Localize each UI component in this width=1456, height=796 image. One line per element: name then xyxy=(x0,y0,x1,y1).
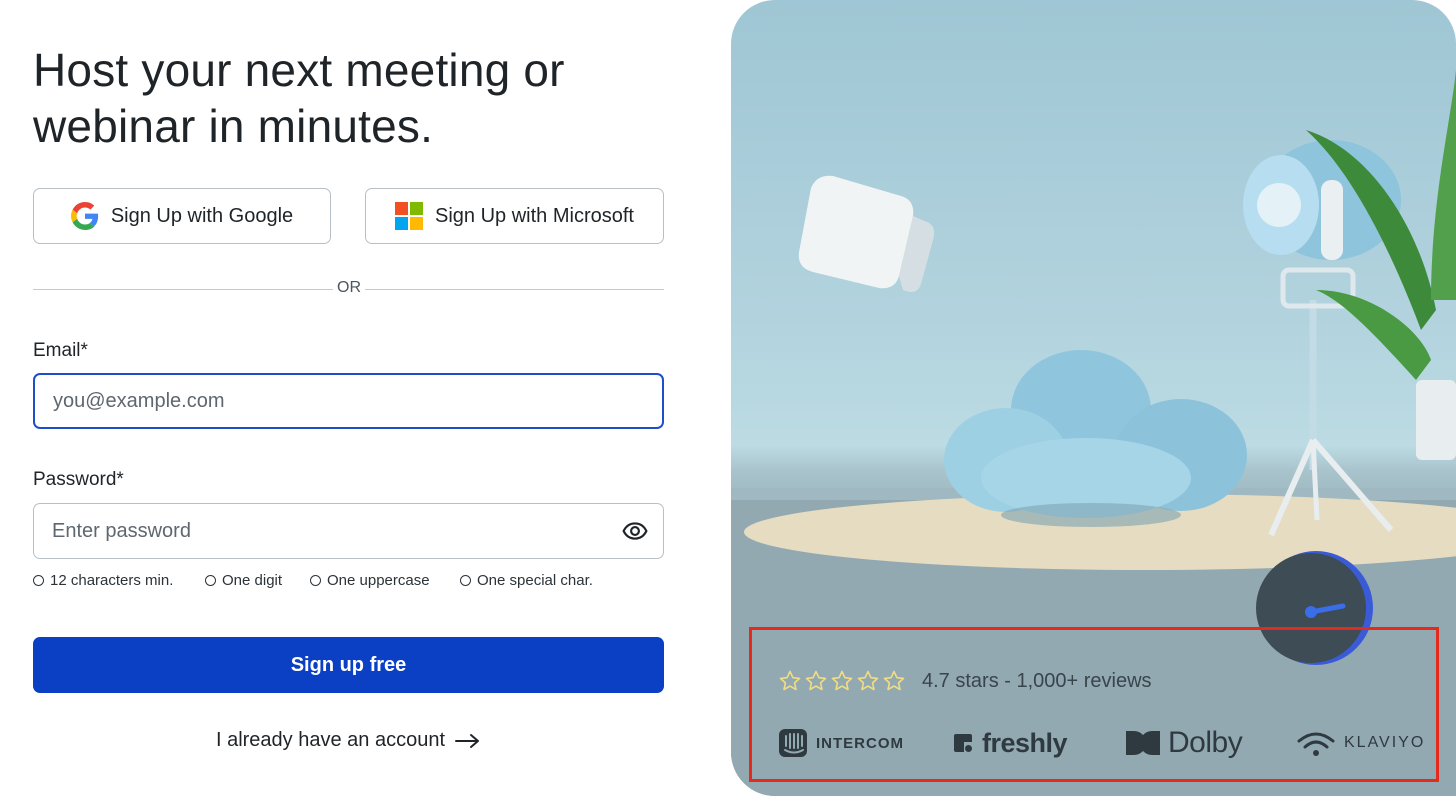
freshly-icon xyxy=(954,734,972,752)
login-link-label: I already have an account xyxy=(215,729,446,751)
requirement-special: One special char. xyxy=(460,572,593,589)
requirement-text: 12 characters min. xyxy=(50,572,174,589)
divider-line-right xyxy=(365,289,664,290)
dolby-logo: Dolby xyxy=(1126,726,1243,760)
freshly-logo: freshly xyxy=(952,726,1068,760)
signup-submit-button[interactable]: Sign up free xyxy=(33,637,664,693)
star-outline-icon xyxy=(883,670,905,691)
requirement-length: 12 characters min. xyxy=(33,572,173,589)
login-link[interactable]: I already have an account xyxy=(33,729,664,752)
social-proof-box: 4.7 stars - 1,000+ reviews INTERCOM fres… xyxy=(749,627,1439,782)
google-icon xyxy=(70,202,98,230)
divider-label: OR xyxy=(337,279,361,296)
google-signup-button[interactable]: Sign Up with Google xyxy=(33,188,331,244)
requirement-text: One uppercase xyxy=(327,572,430,589)
title-line-2: webinar in minutes. xyxy=(33,100,434,152)
requirement-circle-icon xyxy=(310,575,321,586)
intercom-wordmark: INTERCOM xyxy=(816,734,904,752)
title-line-1: Host your next meeting or xyxy=(33,44,565,96)
divider-line-left xyxy=(33,289,333,290)
intercom-logo: INTERCOM xyxy=(778,726,904,760)
armchair xyxy=(944,350,1247,527)
requirement-uppercase: One uppercase xyxy=(310,572,430,589)
email-label: Email* xyxy=(33,340,88,361)
or-divider: OR xyxy=(33,278,664,300)
requirement-digit: One digit xyxy=(205,572,282,589)
microsoft-signup-button[interactable]: Sign Up with Microsoft xyxy=(365,188,664,244)
rating-text: 4.7 stars - 1,000+ reviews xyxy=(922,669,1152,692)
star-outline-icon xyxy=(805,670,827,691)
dolby-icon xyxy=(1126,731,1160,755)
star-rating xyxy=(778,669,906,693)
klaviyo-wordmark: KLAVIYO xyxy=(1344,734,1426,751)
requirement-circle-icon xyxy=(460,575,471,586)
show-password-eye-icon[interactable] xyxy=(622,518,648,544)
requirement-circle-icon xyxy=(205,575,216,586)
requirement-circle-icon xyxy=(33,575,44,586)
password-field[interactable] xyxy=(33,503,664,559)
arrow-right-icon xyxy=(455,733,480,748)
microsoft-icon xyxy=(395,202,424,230)
email-field[interactable] xyxy=(33,373,664,429)
page-title: Host your next meeting or webinar in min… xyxy=(33,42,673,154)
freshly-wordmark: freshly xyxy=(982,727,1068,758)
customer-logos: INTERCOM freshly Dolby KLAVIYO xyxy=(776,726,1423,760)
password-label: Password* xyxy=(33,469,124,490)
star-outline-icon xyxy=(857,670,879,691)
password-requirements: 12 characters min. One digit One upperca… xyxy=(33,572,673,592)
rating-row: 4.7 stars - 1,000+ reviews xyxy=(778,668,1152,694)
klaviyo-icon xyxy=(1297,732,1335,756)
klaviyo-logo: KLAVIYO xyxy=(1296,726,1425,760)
plant xyxy=(1306,70,1456,460)
microsoft-signup-label: Sign Up with Microsoft xyxy=(435,204,634,227)
floating-cube xyxy=(798,175,935,292)
requirement-text: One special char. xyxy=(477,572,593,589)
dolby-wordmark: Dolby xyxy=(1168,726,1243,759)
requirement-text: One digit xyxy=(222,572,283,589)
signup-page: Host your next meeting or webinar in min… xyxy=(0,0,1456,796)
intercom-icon xyxy=(779,729,807,757)
star-outline-icon xyxy=(779,670,801,691)
star-outline-icon xyxy=(831,670,853,691)
google-signup-label: Sign Up with Google xyxy=(110,204,294,227)
